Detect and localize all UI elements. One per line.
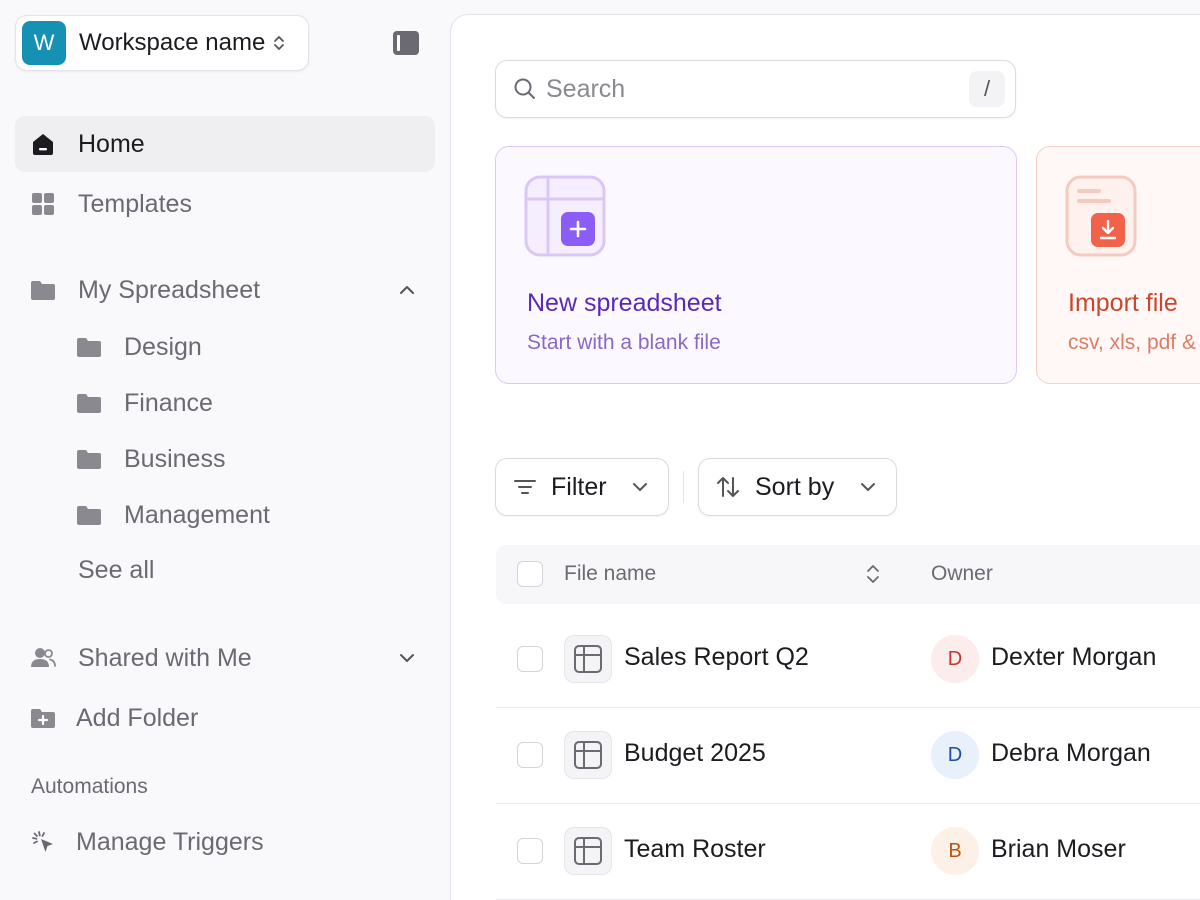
grid-icon [32,193,54,215]
new-spreadsheet-card[interactable]: New spreadsheet Start with a blank file [495,146,1017,384]
card-subtitle: Start with a blank file [527,331,721,354]
owner-avatar: D [931,731,979,779]
sidebar-item-add-folder[interactable]: Add Folder [15,690,435,746]
search-shortcut-key: / [969,71,1005,107]
folder-label: Finance [124,388,213,417]
folder-item-design[interactable]: Design [62,321,422,373]
sidebar-item-templates[interactable]: Templates [15,176,435,232]
folder-icon [31,281,55,300]
folder-icon [77,450,101,469]
filter-button[interactable]: Filter [495,458,669,516]
owner-name: Brian Moser [991,835,1126,863]
workspace-switcher[interactable]: W Workspace name [15,15,309,71]
row-checkbox[interactable] [517,646,543,672]
spreadsheet-icon [564,731,612,779]
sort-by-label: Sort by [755,472,835,501]
folder-label: Management [124,500,270,529]
spreadsheet-icon [564,635,612,683]
row-checkbox[interactable] [517,742,543,768]
main-panel: / New spreadsheet Start with a blank fil… [450,14,1200,900]
row-checkbox[interactable] [517,838,543,864]
sort-arrows-icon [717,477,739,497]
owner-avatar: B [931,827,979,875]
card-title: Import file [1068,289,1178,317]
folder-plus-icon [31,709,55,728]
sidebar-item-label: Add Folder [76,703,199,732]
file-name[interactable]: Sales Report Q2 [624,643,809,672]
chevron-down-icon[interactable] [397,648,417,668]
sort-by-button[interactable]: Sort by [698,458,897,516]
search-icon [514,78,535,99]
sidebar-item-label: Manage Triggers [76,827,264,856]
folder-icon [77,338,101,357]
select-all-checkbox[interactable] [517,561,543,587]
section-label-automations: Automations [31,775,148,798]
sidebar-item-label: Home [78,129,145,158]
folder-label: Design [124,332,202,361]
table-row[interactable]: Sales Report Q2 D Dexter Morgan [496,612,1200,708]
owner-name: Dexter Morgan [991,643,1157,671]
file-name[interactable]: Team Roster [624,835,766,864]
search-bar[interactable]: / [495,60,1016,118]
filter-icon [514,480,536,494]
cursor-click-icon [32,831,53,852]
sidebar-item-shared-with-me[interactable]: Shared with Me [15,630,435,686]
spreadsheet-icon [564,827,612,875]
sidebar-item-my-spreadsheet[interactable]: My Spreadsheet [15,262,435,318]
folder-item-management[interactable]: Management [62,489,422,541]
home-icon [33,134,53,155]
sidebar-toggle-icon[interactable] [392,30,420,56]
card-title: New spreadsheet [527,289,722,317]
chevron-up-down-icon[interactable] [864,563,882,585]
sidebar-item-manage-triggers[interactable]: Manage Triggers [15,814,435,870]
chevron-down-icon [633,483,647,491]
sidebar-item-home[interactable]: Home [15,116,435,172]
sidebar-item-label: My Spreadsheet [78,275,261,304]
table-header: File name Owner [496,545,1200,604]
filter-label: Filter [551,472,607,501]
table-row[interactable]: Budget 2025 D Debra Morgan [496,708,1200,804]
folder-item-finance[interactable]: Finance [62,377,422,429]
folder-icon [77,506,101,525]
chevron-down-icon [861,483,875,491]
folder-label: Business [124,444,226,473]
file-name[interactable]: Budget 2025 [624,739,766,768]
chevron-up-icon[interactable] [397,280,417,300]
folder-item-business[interactable]: Business [62,433,422,485]
owner-avatar: D [931,635,979,683]
folder-icon [77,394,101,413]
card-subtitle: csv, xls, pdf & [1068,331,1196,354]
workspace-avatar: W [22,21,66,65]
sidebar-item-label: Shared with Me [78,643,252,672]
chevron-up-down-icon [274,36,285,50]
file-download-icon [1065,175,1137,257]
column-header-owner[interactable]: Owner [931,562,993,586]
import-file-card[interactable]: Import file csv, xls, pdf & [1036,146,1200,384]
sidebar-item-label: Templates [78,189,192,218]
owner-name: Debra Morgan [991,739,1151,767]
workspace-name: Workspace name [79,29,266,56]
column-header-file-name[interactable]: File name [564,562,656,586]
toolbar-divider [683,471,684,503]
spreadsheet-plus-icon [524,175,606,257]
search-input[interactable] [546,74,946,104]
users-icon [31,648,56,667]
table-row[interactable]: Team Roster B Brian Moser [496,804,1200,900]
see-all-link[interactable]: See all [78,556,154,585]
sidebar: W Workspace name Home Templates My Sprea… [0,0,450,900]
